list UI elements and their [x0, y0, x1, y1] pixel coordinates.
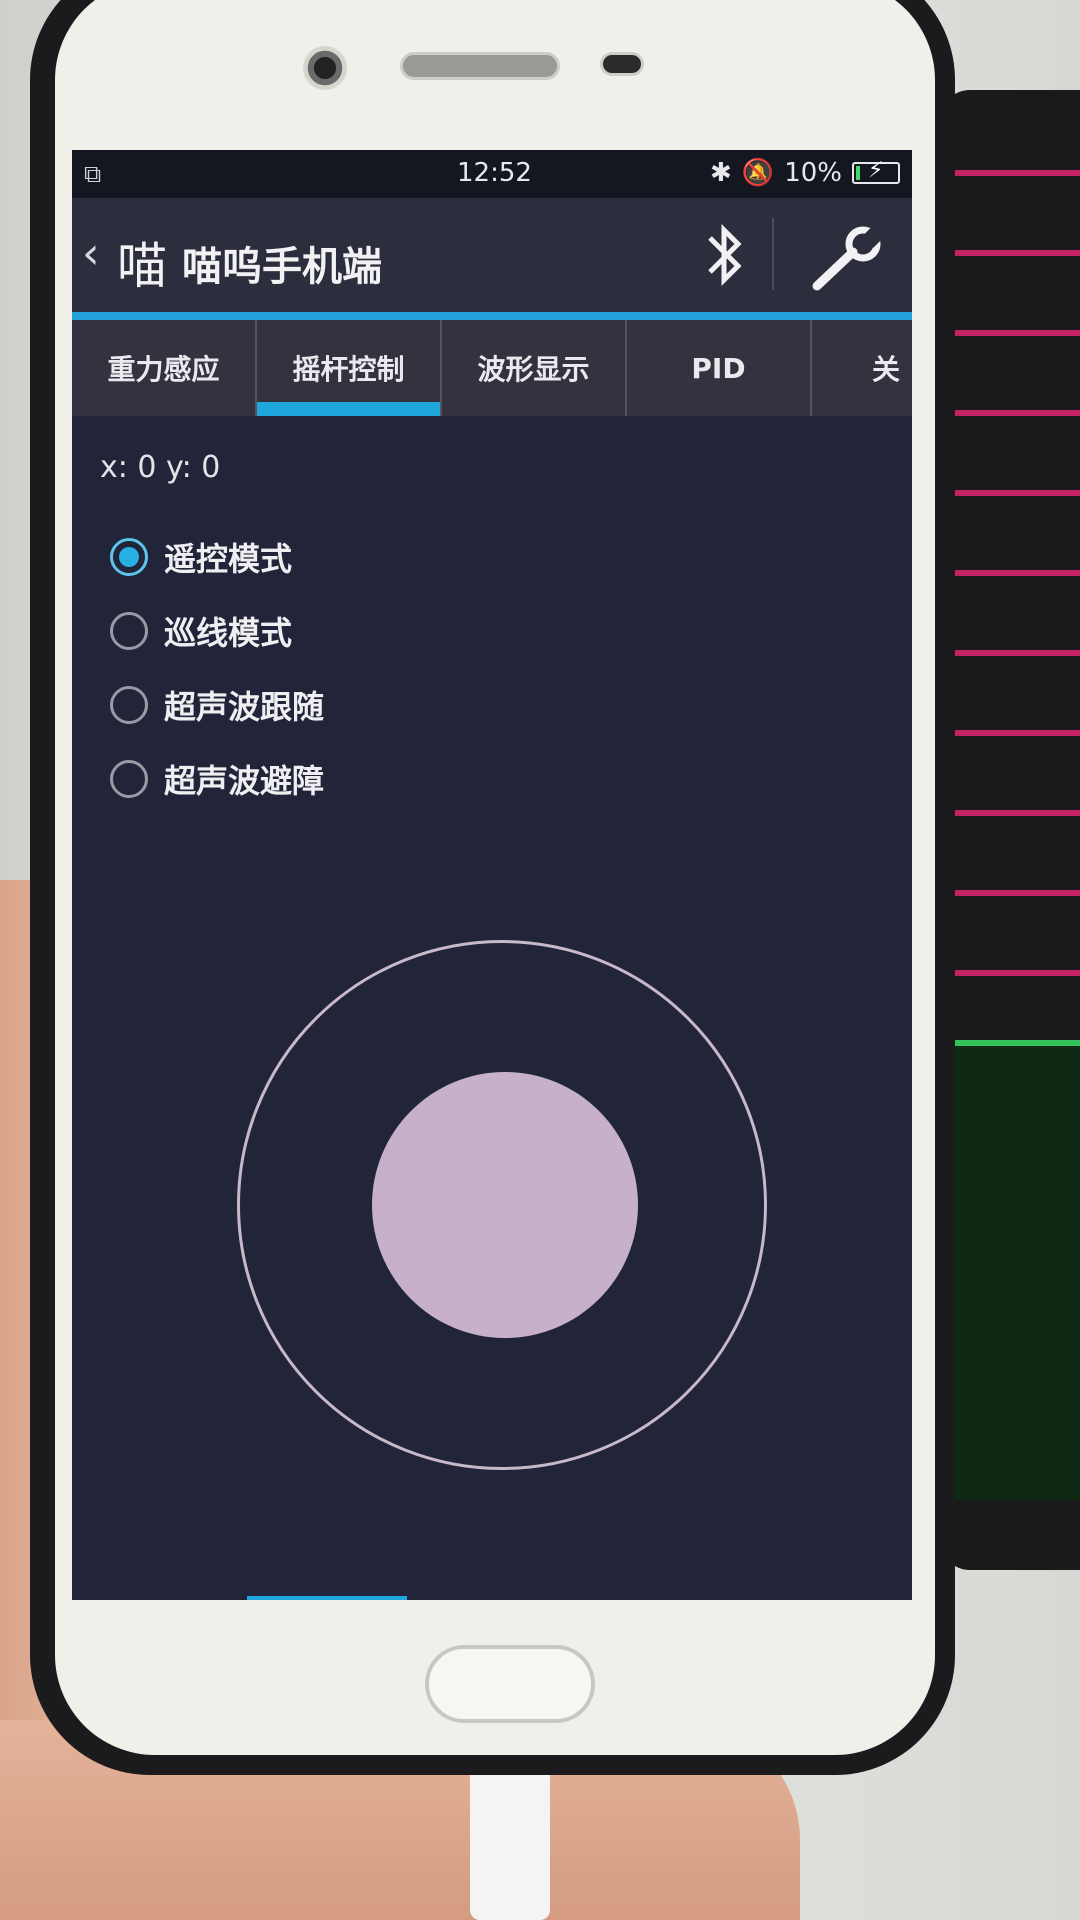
radio-label: 超声波避障: [164, 762, 325, 800]
tab-about[interactable]: 关: [812, 320, 912, 416]
wrench-icon[interactable]: [807, 224, 887, 294]
tab-waveform[interactable]: 波形显示: [442, 320, 627, 416]
joystick-coords: x: 0 y: 0: [100, 450, 221, 485]
mode-line-follow-radio[interactable]: 巡线模式: [110, 594, 324, 668]
status-bar: ⧉ 12:52 ✱ 🔕 10% ⚡: [72, 150, 912, 198]
earpiece: [400, 52, 560, 80]
tab-gravity[interactable]: 重力感应: [72, 320, 257, 416]
radio-label: 遥控模式: [164, 540, 293, 578]
radio-unchecked-icon: [110, 686, 148, 724]
back-button[interactable]: ‹: [82, 228, 100, 279]
bluetooth-icon: ✱: [710, 158, 732, 188]
tab-bar: 重力感应 摇杆控制 波形显示 PID 关: [72, 320, 912, 416]
mute-bell-icon: 🔕: [741, 158, 775, 188]
mode-ultrasonic-follow-radio[interactable]: 超声波跟随: [110, 668, 324, 742]
page-indicator: [247, 1596, 407, 1600]
radio-label: 超声波跟随: [164, 688, 325, 726]
mode-radio-group: 遥控模式 巡线模式 超声波跟随 超声波避障: [110, 520, 324, 816]
app-title: 喵呜手机端: [182, 244, 382, 290]
background-mat-green: [940, 1040, 1080, 1500]
app-logo: 喵: [117, 237, 167, 295]
proximity-sensor: [600, 52, 644, 76]
battery-fill: [856, 166, 860, 180]
tab-label: PID: [691, 351, 746, 385]
tab-label: 关: [872, 353, 901, 386]
front-camera-icon: [303, 46, 347, 90]
status-right-group: ✱ 🔕 10% ⚡: [710, 158, 900, 188]
app-bar: ‹ 喵 喵呜手机端: [72, 198, 912, 312]
tab-label: 波形显示: [477, 353, 590, 386]
tab-label: 摇杆控制: [292, 353, 405, 386]
home-button[interactable]: [425, 1645, 595, 1723]
radio-unchecked-icon: [110, 612, 148, 650]
charging-battery-icon: ⚡: [852, 158, 900, 184]
joystick-knob[interactable]: [372, 1072, 638, 1338]
battery-percent: 10%: [784, 158, 842, 188]
tab-label: 重力感应: [107, 353, 220, 386]
radio-checked-icon: [110, 538, 148, 576]
mode-remote-radio[interactable]: 遥控模式: [110, 520, 324, 594]
phone-screen: ⧉ 12:52 ✱ 🔕 10% ⚡ ‹ 喵 喵呜手机端 重力感应 摇杆控制 波形…: [72, 150, 912, 1600]
mode-ultrasonic-avoid-radio[interactable]: 超声波避障: [110, 742, 324, 816]
status-time: 12:52: [457, 158, 532, 188]
tab-pid[interactable]: PID: [627, 320, 812, 416]
accent-line: [72, 312, 912, 320]
tab-joystick[interactable]: 摇杆控制: [257, 320, 442, 416]
radio-label: 巡线模式: [164, 614, 293, 652]
bluetooth-icon[interactable]: [692, 218, 756, 292]
usb-cable: [470, 1760, 550, 1920]
bolt-icon: ⚡: [868, 158, 884, 183]
app-bar-separator: [772, 218, 774, 290]
radio-unchecked-icon: [110, 760, 148, 798]
copy-icon: ⧉: [84, 160, 102, 188]
